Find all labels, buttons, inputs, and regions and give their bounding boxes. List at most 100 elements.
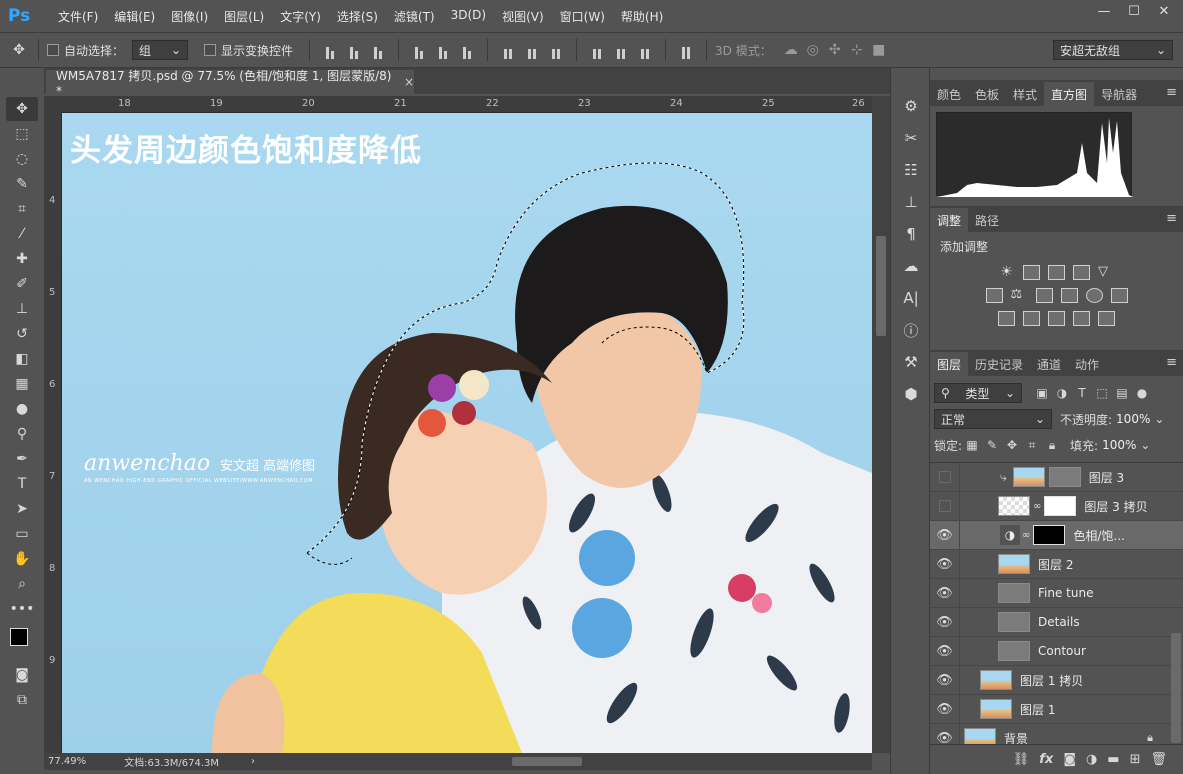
move-tool-icon[interactable]: ✥ [8,39,30,61]
lasso-tool-icon[interactable]: ◌ [6,147,38,171]
photo-filter-icon[interactable] [1060,288,1078,303]
visibility-toggle[interactable] [930,463,960,492]
menu-filter[interactable]: 滤镜(T) [386,8,443,25]
filter-toggle-icon[interactable]: ● [1132,383,1152,403]
info-icon[interactable]: ⓘ [896,316,926,344]
lock-transparent-icon[interactable]: ▦ [962,435,982,455]
move-tool-icon[interactable]: ✥ [6,97,38,121]
distribute-hcenter-icon[interactable] [612,41,630,59]
lock-image-icon[interactable]: ✎ [982,435,1002,455]
3d-slide-icon[interactable]: ⊹ [846,39,868,61]
tab-paths[interactable]: 路径 [968,208,1006,232]
close-icon[interactable]: × [404,75,414,89]
document-tab[interactable]: WM5A7817 拷贝.psd @ 77.5% (色相/饱和度 1, 图层蒙版/… [46,69,414,98]
auto-align-icon[interactable] [677,41,695,59]
chevron-right-icon[interactable]: › [251,756,255,767]
document-canvas[interactable]: 头发周边颜色饱和度降低 anwenchao 安文超 高端修图 AN WENCHA… [62,113,872,753]
tab-actions[interactable]: 动作 [1068,352,1106,376]
clone-stamp-tool-icon[interactable]: ⊥ [6,297,38,321]
brightness-contrast-icon[interactable]: ☀ [998,265,1015,280]
minimize-icon[interactable]: — [1089,2,1119,20]
vertical-scrollbar[interactable] [872,96,890,753]
selective-color-icon[interactable] [1073,311,1090,326]
marquee-tool-icon[interactable]: ⬚ [6,122,38,146]
layer-row[interactable]: 👁︎ 图层 1 拷贝 [930,665,1183,695]
blur-tool-icon[interactable]: ● [6,397,38,421]
lock-all-icon[interactable]: 🔒︎ [1042,435,1062,455]
layer-list-scrollbar[interactable] [1171,633,1181,743]
tab-styles[interactable]: 样式 [1006,82,1044,106]
character-icon[interactable]: A| [896,284,926,312]
brush-tool-icon[interactable]: ✐ [6,272,38,296]
distribute-left-icon[interactable] [588,41,606,59]
layer-row[interactable]: 👁︎ Contour [930,636,1183,666]
menu-layer[interactable]: 图层(L) [216,8,272,25]
chevron-down-icon[interactable]: ⌄ [1140,438,1150,452]
align-left-icon[interactable] [410,41,428,59]
delete-layer-icon[interactable]: 🗑︎ [1150,752,1167,767]
menu-help[interactable]: 帮助(H) [613,8,671,25]
menu-image[interactable]: 图像(I) [163,8,216,25]
distribute-right-icon[interactable] [636,41,654,59]
invert-icon[interactable] [998,311,1015,326]
panel-menu-icon[interactable]: ≡ [1166,211,1177,226]
color-lookup-icon[interactable] [1110,288,1128,303]
lock-position-icon[interactable]: ✥ [1002,435,1022,455]
close-icon[interactable]: ✕ [1149,2,1179,20]
black-white-icon[interactable] [1035,288,1053,303]
align-hcenter-icon[interactable] [434,41,452,59]
layer-row[interactable]: 👁︎ Details [930,607,1183,637]
filter-smartobject-icon[interactable]: ▤ [1112,383,1132,403]
color-balance-icon[interactable]: ⚖ [1011,288,1028,303]
visibility-toggle[interactable] [930,491,960,521]
tab-adjustments[interactable]: 调整 [930,208,969,232]
levels-icon[interactable] [1023,265,1040,280]
hue-saturation-icon[interactable] [985,288,1003,303]
crop-tool-icon[interactable]: ⌗ [6,197,38,221]
threshold-icon[interactable] [1048,311,1065,326]
properties-icon[interactable]: ☷ [896,156,926,184]
dodge-tool-icon[interactable]: ⚲ [6,422,38,446]
menu-view[interactable]: 视图(V) [494,8,552,25]
layer-row[interactable]: 👁︎ 图层 1 [930,694,1183,724]
new-group-icon[interactable]: ▬ [1107,752,1119,767]
align-vcenter-icon[interactable] [345,41,363,59]
layer-row[interactable]: 👁︎ ◑ ∞ 色相/饱... [930,520,1183,550]
align-top-icon[interactable] [321,41,339,59]
visibility-toggle[interactable]: 👁︎ [930,636,960,666]
layer-row[interactable]: 👁︎ Fine tune [930,578,1183,608]
visibility-toggle[interactable]: 👁︎ [930,578,960,608]
fill-value[interactable]: 100% [1102,438,1136,452]
clone-source-icon[interactable]: ⊥ [896,188,926,216]
vertical-scroll-thumb[interactable] [876,236,886,336]
chevron-down-icon[interactable]: ⌄ [1154,412,1164,426]
zoom-tool-icon[interactable]: ⌕ [6,572,38,596]
panel-menu-icon[interactable]: ≡ [1166,355,1177,370]
tab-history[interactable]: 历史记录 [968,352,1030,376]
add-mask-icon[interactable]: ◙ [1063,752,1076,767]
channel-mixer-icon[interactable] [1085,288,1103,303]
filter-shape-icon[interactable]: ⬚ [1092,383,1112,403]
layer-row[interactable]: 👁︎ 图层 2 [930,549,1183,579]
horizontal-scrollbar[interactable] [272,753,872,770]
hand-tool-icon[interactable]: ✋ [6,547,38,571]
posterize-icon[interactable] [1023,311,1040,326]
filter-type-icon[interactable]: T [1072,383,1092,403]
horizontal-scroll-thumb[interactable] [512,757,582,766]
color-swatches[interactable] [6,622,38,662]
opacity-value[interactable]: 100% [1116,412,1150,426]
lock-artboard-icon[interactable]: ⌗ [1022,435,1042,455]
blend-mode-dropdown[interactable]: 正常 ⌄ [934,409,1052,429]
menu-window[interactable]: 窗口(W) [552,8,613,25]
layer-filter-dropdown[interactable]: ⚲ 类型 ⌄ [934,383,1022,403]
gradient-map-icon[interactable] [1098,311,1115,326]
auto-select-dropdown[interactable]: 组 ⌄ [132,40,189,60]
more-tools-icon[interactable]: ••• [6,597,38,621]
filter-pixel-icon[interactable]: ▣ [1032,383,1052,403]
layer-row[interactable]: ∞ 图层 3 拷贝 [930,491,1183,521]
type-tool-icon[interactable]: T [6,472,38,496]
menu-type[interactable]: 文字(Y) [272,8,329,25]
gradient-tool-icon[interactable]: ▦ [6,372,38,396]
tab-color[interactable]: 颜色 [930,82,968,106]
brush-settings-icon[interactable]: ✂ [896,124,926,152]
